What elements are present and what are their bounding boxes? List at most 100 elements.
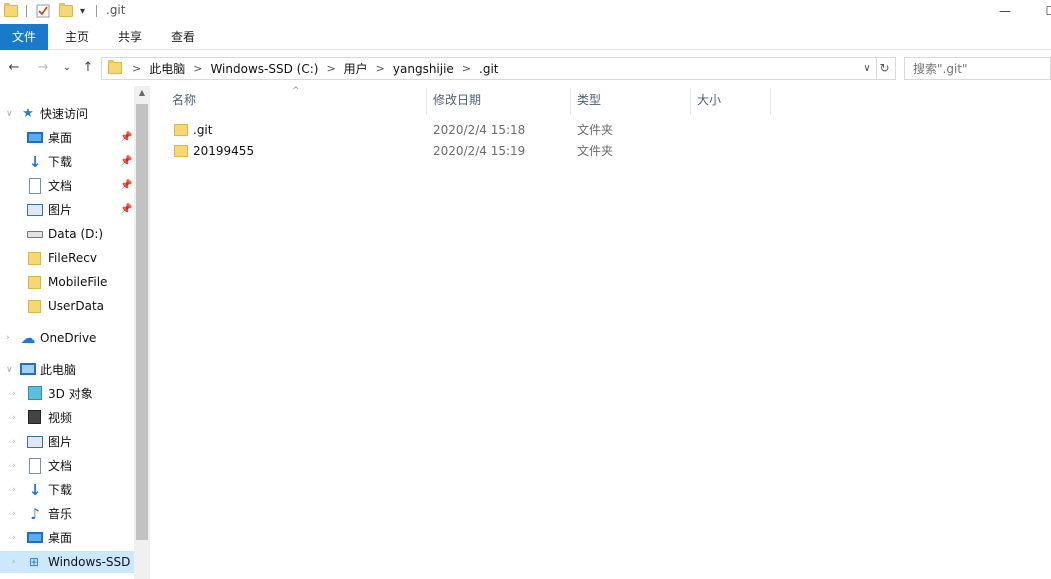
scroll-up-icon[interactable]: ▲	[134, 88, 150, 97]
folder-icon	[108, 60, 122, 74]
sidebar-item-this-pc[interactable]: ∨ 此电脑	[0, 359, 134, 381]
column-header-size[interactable]: 大小	[677, 86, 767, 114]
address-bar[interactable]: > 此电脑 > Windows-SSD (C:) > 用户 > yangshij…	[101, 57, 877, 80]
tab-share[interactable]: 共享	[106, 24, 154, 50]
chevron-right-icon[interactable]: ›	[12, 479, 20, 501]
sidebar-item-label: 桌面	[48, 131, 73, 145]
sidebar-item-filerecv[interactable]: FileRecv	[0, 247, 134, 269]
videos-icon	[28, 410, 41, 424]
sidebar-item-desktop[interactable]: 桌面 📌	[0, 127, 134, 149]
pin-icon[interactable]: 📌	[120, 175, 132, 197]
breadcrumb-this-pc[interactable]: 此电脑	[145, 60, 189, 77]
drive-icon	[27, 231, 43, 238]
column-header-type[interactable]: 类型	[557, 86, 675, 114]
chevron-right-icon[interactable]: ›	[12, 431, 20, 453]
nav-scrollbar[interactable]: ▲	[134, 86, 150, 579]
sidebar-item-mobilefile[interactable]: MobileFile	[0, 271, 134, 293]
sidebar-item-label: MobileFile	[48, 275, 108, 289]
quick-access-dropdown[interactable]: ▾	[80, 3, 85, 19]
breadcrumb-user[interactable]: yangshijie	[389, 62, 458, 76]
chevron-right-icon[interactable]: >	[189, 62, 206, 75]
sidebar-item-label: 此电脑	[40, 363, 77, 377]
properties-icon[interactable]	[36, 3, 50, 19]
navigation-pane: ∨ ★ 快速访问 桌面 📌 ↓ 下载 📌 文档 📌 图片 📌 Data (D:)…	[0, 86, 150, 579]
title-bar: ▾ .git — ☐	[0, 0, 1051, 24]
sidebar-item-music[interactable]: › ♪ 音乐	[0, 503, 134, 525]
table-row[interactable]: .git 2020/2/4 15:18 文件夹	[168, 120, 768, 141]
address-toolbar: ← → ⌄ ↑ > 此电脑 > Windows-SSD (C:) > 用户 > …	[0, 52, 1051, 84]
desktop-icon	[27, 132, 43, 143]
minimize-button[interactable]: —	[982, 0, 1028, 22]
document-icon	[29, 178, 41, 194]
chevron-right-icon[interactable]: >	[128, 62, 145, 75]
sidebar-item-downloads[interactable]: ↓ 下载 📌	[0, 151, 134, 173]
up-button[interactable]: ↑	[79, 58, 97, 78]
sidebar-item-userdata[interactable]: UserData	[0, 295, 134, 317]
windows-drive-icon: ⊞	[28, 555, 40, 569]
sidebar-item-pictures[interactable]: 图片 📌	[0, 199, 134, 221]
tab-home[interactable]: 主页	[53, 24, 101, 50]
file-list: 名称 ^ 修改日期 类型 大小 .git 2020/2/4 15:18 文件夹 …	[152, 86, 1051, 579]
column-header-modified[interactable]: 修改日期	[413, 86, 573, 114]
chevron-right-icon[interactable]: ›	[12, 455, 20, 477]
chevron-down-icon[interactable]: ∨	[6, 103, 14, 125]
pin-icon[interactable]: 📌	[120, 199, 132, 221]
sidebar-item-windows-ssd[interactable]: › ⊞ Windows-SSD	[0, 551, 134, 573]
breadcrumb-git[interactable]: .git	[475, 62, 502, 76]
column-header-name[interactable]: 名称	[152, 86, 426, 114]
table-row[interactable]: 20199455 2020/2/4 15:19 文件夹	[168, 141, 768, 162]
chevron-right-icon[interactable]: ›	[6, 327, 14, 349]
chevron-right-icon[interactable]: >	[458, 62, 475, 75]
sort-ascending-icon: ^	[292, 86, 300, 96]
sidebar-item-documents-pc[interactable]: › 文档	[0, 455, 134, 477]
chevron-right-icon[interactable]: ›	[12, 527, 20, 549]
recent-locations-button[interactable]: ⌄	[58, 58, 76, 78]
new-folder-icon[interactable]	[59, 3, 73, 19]
sidebar-item-label: 下载	[48, 483, 73, 497]
sidebar-item-label: Windows-SSD	[48, 555, 131, 569]
file-type: 文件夹	[577, 144, 614, 158]
forward-button[interactable]: →	[34, 58, 52, 78]
sidebar-item-documents[interactable]: 文档 📌	[0, 175, 134, 197]
breadcrumb-drive[interactable]: Windows-SSD (C:)	[206, 62, 322, 76]
sidebar-item-videos[interactable]: › 视频	[0, 407, 134, 429]
sidebar-item-desktop-pc[interactable]: › 桌面	[0, 527, 134, 549]
sidebar-item-label: 图片	[48, 435, 73, 449]
pictures-icon	[27, 436, 43, 448]
computer-icon	[20, 363, 36, 375]
download-icon: ↓	[28, 481, 42, 499]
folder-icon	[28, 300, 41, 313]
tab-file[interactable]: 文件	[0, 24, 48, 50]
sidebar-item-label: FileRecv	[48, 251, 97, 265]
back-button[interactable]: ←	[5, 58, 23, 78]
download-icon: ↓	[28, 153, 42, 171]
maximize-button[interactable]: ☐	[1028, 0, 1051, 22]
3d-objects-icon	[28, 386, 42, 400]
pin-icon[interactable]: 📌	[120, 151, 132, 173]
search-input[interactable]	[904, 57, 1051, 80]
folder-icon	[174, 145, 188, 157]
scrollbar-thumb[interactable]	[136, 104, 148, 540]
chevron-right-icon[interactable]: ›	[12, 407, 20, 429]
file-modified: 2020/2/4 15:18	[433, 123, 526, 137]
chevron-right-icon[interactable]: >	[322, 62, 339, 75]
tab-view[interactable]: 查看	[159, 24, 207, 50]
sidebar-item-data-d[interactable]: Data (D:)	[0, 223, 134, 245]
chevron-right-icon[interactable]: ›	[12, 503, 20, 525]
sidebar-item-downloads-pc[interactable]: › ↓ 下载	[0, 479, 134, 501]
chevron-right-icon[interactable]: ›	[12, 551, 20, 573]
sidebar-item-quick-access[interactable]: ∨ ★ 快速访问	[0, 103, 134, 125]
pin-icon[interactable]: 📌	[120, 127, 132, 149]
sidebar-item-label: 图片	[48, 203, 73, 217]
breadcrumb-users[interactable]: 用户	[340, 60, 372, 77]
sidebar-item-label: 文档	[48, 459, 73, 473]
sidebar-item-pictures-pc[interactable]: › 图片	[0, 431, 134, 453]
sidebar-item-3d-objects[interactable]: › 3D 对象	[0, 383, 134, 405]
music-icon: ♪	[30, 505, 40, 523]
sidebar-item-onedrive[interactable]: › ☁ OneDrive	[0, 327, 134, 349]
chevron-right-icon[interactable]: ›	[12, 383, 20, 405]
column-divider[interactable]	[770, 88, 771, 114]
refresh-icon[interactable]: ↻	[874, 57, 896, 80]
chevron-right-icon[interactable]: >	[372, 62, 389, 75]
chevron-down-icon[interactable]: ∨	[6, 359, 14, 381]
